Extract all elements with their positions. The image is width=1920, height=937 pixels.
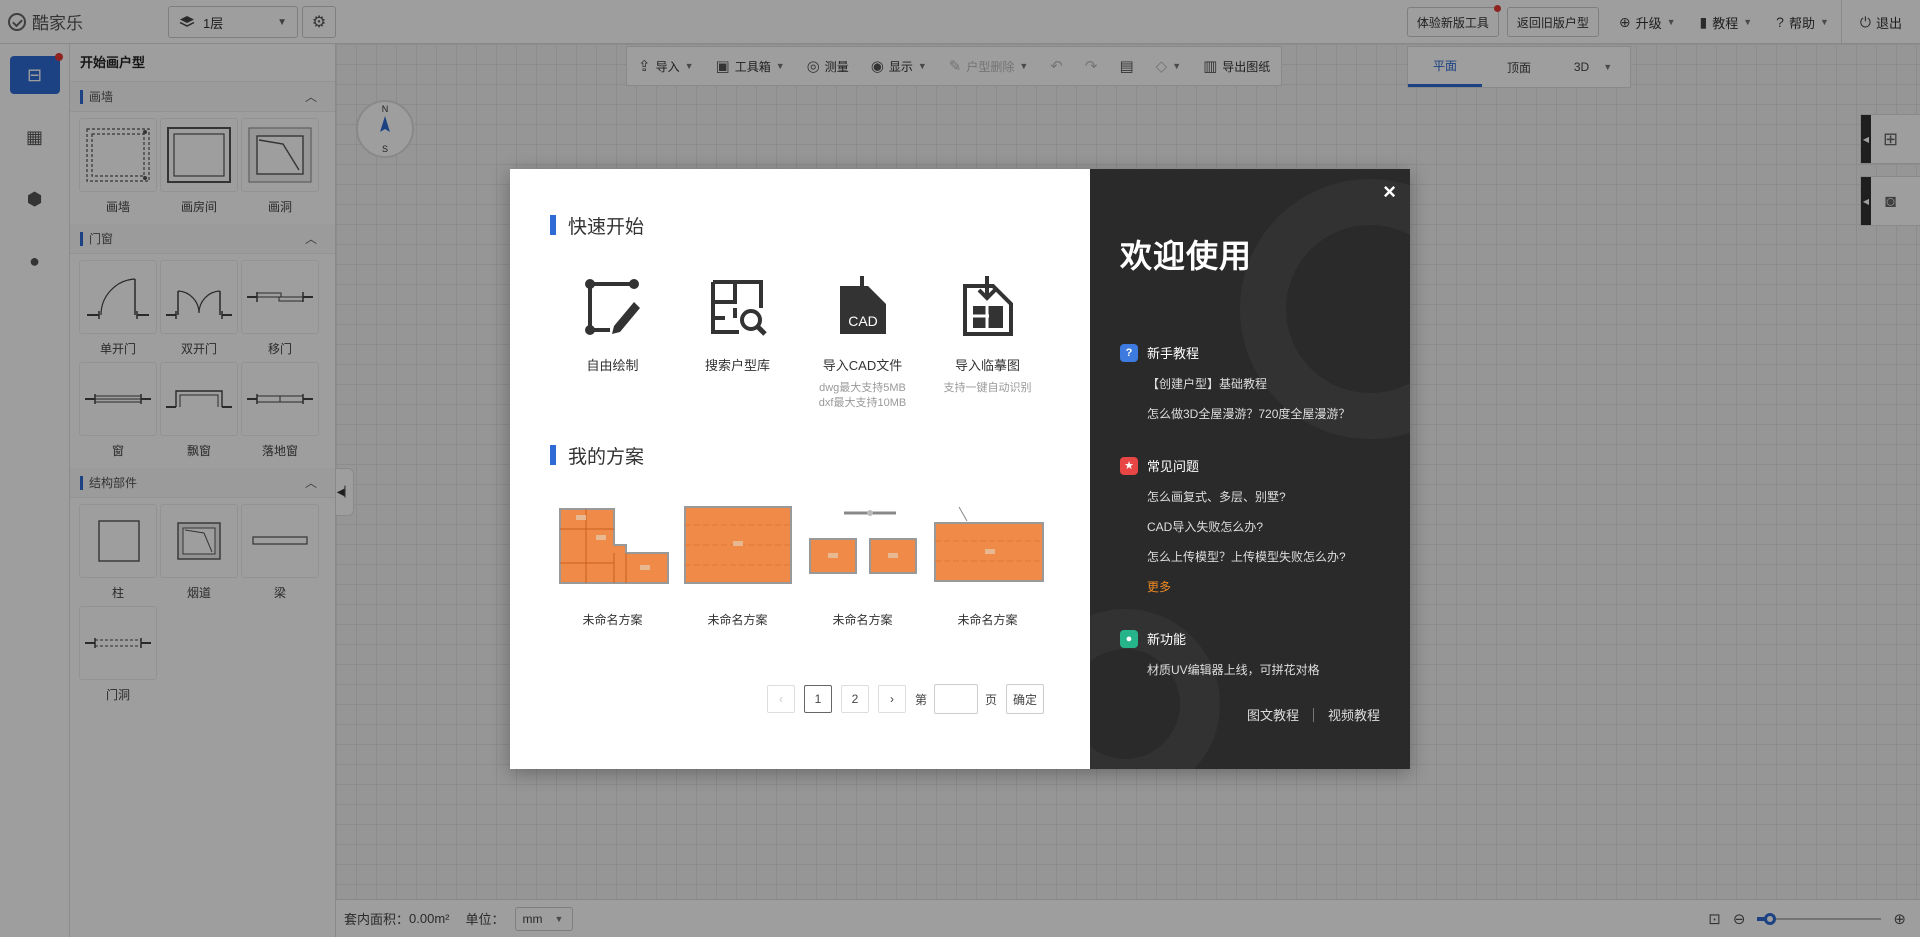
section-marker bbox=[550, 445, 556, 465]
trace-image-icon bbox=[962, 276, 1013, 336]
quick-start-title: 快速开始 bbox=[568, 216, 645, 238]
plan-card[interactable]: 未命名方案 bbox=[800, 503, 925, 628]
quick-option-label: 自由绘制 bbox=[586, 358, 639, 373]
cad-icon-text: CAD bbox=[848, 313, 878, 329]
plan-name: 未命名方案 bbox=[957, 613, 1018, 627]
plan-name: 未命名方案 bbox=[582, 613, 643, 627]
my-plans-list: 未命名方案 未命名方案 未命名方案 未命名方案 bbox=[550, 503, 1050, 628]
help-link[interactable]: 【创建户型】基础教程 bbox=[1147, 375, 1380, 392]
free-draw-icon bbox=[584, 279, 640, 335]
confirm-label: 确定 bbox=[1013, 692, 1038, 707]
cad-size-dwg: dwg最大支持5MB bbox=[819, 382, 906, 394]
plan-name: 未命名方案 bbox=[707, 613, 768, 627]
quick-option-label: 导入CAD文件 bbox=[822, 358, 903, 373]
page-number: 1 bbox=[814, 692, 822, 706]
next-page-button[interactable]: › bbox=[878, 685, 906, 713]
plan-name: 未命名方案 bbox=[832, 613, 893, 627]
plan-thumbnail bbox=[558, 508, 669, 584]
star-icon: ★ bbox=[1120, 456, 1138, 475]
video-tutorial-link[interactable]: 视频教程 bbox=[1328, 705, 1380, 724]
quick-start-heading: 快速开始 bbox=[550, 213, 1050, 238]
quick-option-label: 导入临摹图 bbox=[954, 358, 1020, 373]
welcome-dialog: 快速开始 自由绘制 搜索户型库 CAD 导入CAD文件 dwg最大支持5MB dx… bbox=[510, 169, 1410, 769]
goto-page-confirm-button[interactable]: 确定 bbox=[1006, 684, 1045, 714]
search-floorplan-option[interactable]: 搜索户型库 bbox=[675, 275, 800, 411]
section-marker bbox=[550, 215, 556, 235]
plan-thumbnail bbox=[808, 510, 917, 574]
dialog-sidebar: × 欢迎使用 ? 新手教程 【创建户型】基础教程 怎么做3D全屋漫游？720度全… bbox=[1090, 169, 1410, 769]
page-number: 2 bbox=[851, 692, 859, 706]
prev-page-button[interactable]: ‹ bbox=[767, 685, 795, 713]
group-title: 常见问题 bbox=[1147, 459, 1200, 474]
plan-card[interactable]: 未命名方案 bbox=[550, 503, 675, 628]
help-link[interactable]: 怎么画复式、多层、别墅? bbox=[1147, 488, 1380, 505]
divider bbox=[1312, 707, 1314, 722]
prev-page-icon: ‹ bbox=[779, 692, 783, 706]
bulb-icon: ● bbox=[1120, 629, 1138, 648]
help-link[interactable]: 材质UV编辑器上线，可拼花对格 bbox=[1147, 661, 1380, 678]
cad-size-dxf: dxf最大支持10MB bbox=[818, 397, 907, 409]
close-icon: × bbox=[1383, 179, 1396, 204]
graphic-tutorial-link[interactable]: 图文教程 bbox=[1247, 705, 1299, 724]
my-plans-title: 我的方案 bbox=[568, 446, 645, 468]
quick-option-label: 搜索户型库 bbox=[704, 358, 770, 373]
help-link[interactable]: 怎么做3D全屋漫游？720度全屋漫游？ bbox=[1147, 405, 1380, 422]
tutorial-links: 图文教程 视频教程 bbox=[1247, 705, 1380, 724]
plan-card[interactable]: 未命名方案 bbox=[675, 503, 800, 628]
dialog-main: 快速开始 自由绘制 搜索户型库 CAD 导入CAD文件 dwg最大支持5MB dx… bbox=[510, 169, 1090, 769]
my-plans-heading: 我的方案 bbox=[550, 443, 1050, 468]
new-features-group: ● 新功能 材质UV编辑器上线，可拼花对格 bbox=[1120, 629, 1380, 678]
more-link[interactable]: 更多 bbox=[1147, 578, 1380, 595]
tutorial-group: ? 新手教程 【创建户型】基础教程 怎么做3D全屋漫游？720度全屋漫游？ bbox=[1120, 343, 1380, 422]
help-link[interactable]: 怎么上传模型？上传模型失败怎么办? bbox=[1147, 548, 1380, 565]
group-title: 新功能 bbox=[1147, 632, 1187, 647]
next-page-icon: › bbox=[890, 692, 894, 706]
plan-thumbnail bbox=[683, 506, 792, 584]
group-title: 新手教程 bbox=[1147, 346, 1200, 361]
plan-thumbnail bbox=[933, 506, 1044, 582]
cad-file-icon: CAD bbox=[839, 276, 886, 334]
import-cad-option[interactable]: CAD 导入CAD文件 dwg最大支持5MB dxf最大支持10MB bbox=[800, 275, 925, 411]
free-draw-option[interactable]: 自由绘制 bbox=[550, 275, 675, 411]
quick-option-sub: 支持一键自动识别 bbox=[943, 382, 1032, 394]
help-link[interactable]: CAD导入失败怎么办? bbox=[1147, 518, 1380, 535]
page-button-2[interactable]: 2 bbox=[841, 685, 869, 713]
quick-start-options: 自由绘制 搜索户型库 CAD 导入CAD文件 dwg最大支持5MB dxf最大支持… bbox=[550, 275, 1050, 411]
faq-group: ★ 常见问题 怎么画复式、多层、别墅? CAD导入失败怎么办? 怎么上传模型？上… bbox=[1120, 456, 1380, 595]
close-button[interactable]: × bbox=[1383, 179, 1396, 205]
floorplan-search-icon bbox=[710, 280, 767, 336]
import-trace-option[interactable]: 导入临摹图 支持一键自动识别 bbox=[925, 275, 1050, 411]
goto-page-prefix: 第 bbox=[915, 692, 928, 707]
question-icon: ? bbox=[1120, 343, 1138, 362]
plan-card[interactable]: 未命名方案 bbox=[925, 503, 1050, 628]
goto-page-suffix: 页 bbox=[985, 692, 998, 707]
quick-option-sub: dwg最大支持5MB dxf最大支持10MB bbox=[819, 381, 906, 411]
goto-page-input[interactable] bbox=[934, 684, 979, 714]
page-button-1[interactable]: 1 bbox=[804, 685, 832, 713]
plans-pagination: ‹ 1 2 › 第 页 确定 bbox=[767, 684, 1045, 714]
